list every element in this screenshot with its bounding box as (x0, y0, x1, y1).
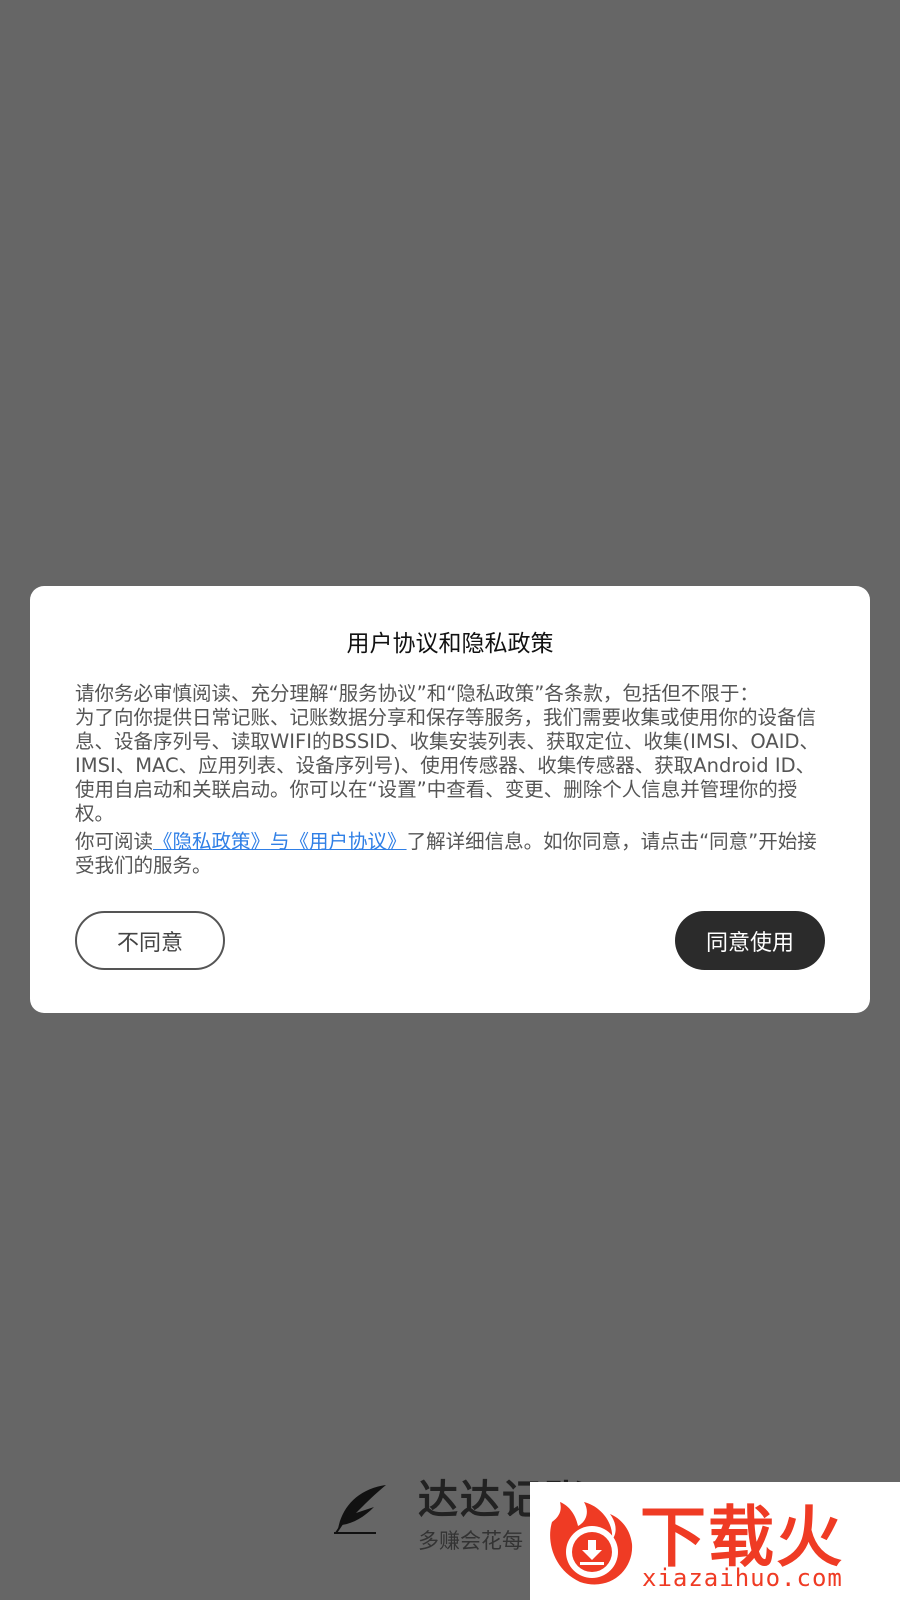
download-icon (550, 1502, 633, 1585)
dialog-title: 用户协议和隐私政策 (346, 631, 554, 657)
watermark: 下载火 xiazaihuo.com (530, 1482, 900, 1600)
watermark-url: xiazaihuo.com (642, 1564, 843, 1592)
dialog-body-text: 请你务必审慎阅读、充分理解“服务协议”和“隐私政策”各条款，包括但不限于： 为了… (75, 682, 819, 825)
agree-button[interactable]: 同意使用 (675, 911, 825, 970)
user-agreement-link[interactable]: 《用户协议》 (290, 830, 407, 853)
links-and: 与 (270, 830, 290, 853)
feather-logo-icon (334, 1485, 386, 1534)
app-slogan: 多赚会花每 (418, 1529, 523, 1553)
privacy-dialog: 用户协议和隐私政策 请你务必审慎阅读、充分理解“服务协议”和“隐私政策”各条款，… (30, 586, 870, 1013)
disagree-button[interactable]: 不同意 (75, 911, 225, 970)
links-prefix: 你可阅读 (75, 830, 154, 853)
dialog-links-text: 你可阅读《隐私政策》与《用户协议》了解详细信息。如你同意，请点击“同意”开始接受… (75, 830, 825, 878)
privacy-policy-link[interactable]: 《隐私政策》 (153, 830, 270, 853)
